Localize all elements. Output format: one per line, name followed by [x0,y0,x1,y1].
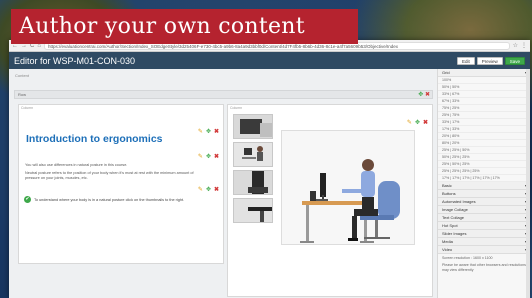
grid-option[interactable]: 25% | 75% [438,112,530,119]
grid-option[interactable]: 20% | 80% [438,133,530,140]
thumbnail-image[interactable] [233,170,273,195]
section-label: Buttons [442,191,456,196]
bullet-text: To understand where your body is in a na… [34,197,185,202]
sidebar-section-slider-images[interactable]: Slider Images▾ [438,230,530,238]
move-icon[interactable]: ✥ [206,153,211,160]
thumbnail-image[interactable] [233,198,273,223]
instruction-bullet: ✔ To understand where your body is in a … [24,196,184,203]
grid-option[interactable]: 25% | 25% | 25% | 25% [438,168,530,175]
pencil-icon[interactable]: ✎ [198,153,203,160]
check-circle-icon: ✔ [24,196,31,203]
grid-option[interactable]: 75% | 25% [438,105,530,112]
promo-banner: Author your own content [11,9,358,44]
sidebar-section-video[interactable]: Video▾ [438,246,530,254]
content-heading: Introduction to ergonomics [26,133,163,145]
close-icon[interactable]: ✖ [214,186,219,193]
paragraph-1: You will also use differences in natural… [25,163,128,167]
component-sections: Basic▾Buttons▾Automated Images▾Image Col… [438,182,530,254]
grid-option[interactable]: 17% | 33% [438,126,530,133]
pencil-icon[interactable]: ✎ [407,119,412,126]
edit-button[interactable]: Edit [456,56,475,65]
save-button[interactable]: Save [504,56,525,65]
column-tag: Column [21,106,34,110]
grid-option[interactable]: 33% | 67% [438,91,530,98]
sidebar-section-buttons[interactable]: Buttons▾ [438,190,530,198]
page-title: Editor for WSP-M01-CON-030 [14,55,136,66]
ergonomic-workstation-illustration [282,131,414,244]
section-label: Hot Spot [442,223,458,228]
close-icon[interactable]: ✖ [423,119,428,126]
right-column[interactable]: Column ✎ ✥ ✖ [227,104,433,297]
grid-option[interactable]: 25% | 50% | 25% [438,161,530,168]
star-icon[interactable]: ☆ [513,42,518,49]
move-icon[interactable]: ✥ [206,186,211,193]
browser-warning-note: Please be aware that other browsers and … [442,263,526,272]
grid-option[interactable]: 50% | 50% [438,84,530,91]
section-label: Image Collage [442,207,468,212]
grid-option[interactable]: 17% | 17% | 17% | 17% | 17% | 17% [438,175,530,182]
sidebar-section-image-collage[interactable]: Image Collage▾ [438,206,530,214]
grid-option[interactable]: 67% | 33% [438,98,530,105]
move-icon[interactable]: ✥ [418,92,423,98]
close-icon[interactable]: ✖ [214,128,219,135]
grid-section-header[interactable]: Grid ▾ [438,69,530,77]
grid-option[interactable]: 80% | 20% [438,140,530,147]
thumbnail-image[interactable] [233,142,273,167]
sidebar-scrollbar[interactable] [526,69,530,298]
workstation-image[interactable] [281,130,415,245]
section-label: Slider Images [442,231,467,236]
resolution-note: Screen resolution : 1600 x 1100 [442,256,493,260]
editor-topbar: Editor for WSP-M01-CON-030 Edit Preview … [9,52,530,69]
browser-window: ← → C ⌂ https://evaluationcentrai.com/Au… [9,40,530,298]
sidebar-section-automated-images[interactable]: Automated Images▾ [438,198,530,206]
breadcrumb: Content [15,73,30,78]
grid-option[interactable]: 100% [438,77,530,84]
chair-close-up-icon [234,199,272,222]
bullet-controls: ✎ ✥ ✖ [198,186,219,193]
sidebar-section-text-collage[interactable]: Text Collage▾ [438,214,530,222]
text-controls: ✎ ✥ ✖ [198,153,219,160]
seated-posture-icon [234,171,272,194]
close-icon[interactable]: ✖ [214,153,219,160]
row-label: Row [18,92,27,97]
editor-canvas: Content Row ✥ ✖ Column ✎ ✥ ✖ Introductio… [9,69,437,298]
row-container[interactable]: Row ✥ ✖ [14,90,433,99]
grid-option[interactable]: 33% | 17% [438,119,530,126]
section-label: Text Collage [442,215,465,220]
sidebar-section-basic[interactable]: Basic▾ [438,182,530,190]
monitor-close-up-icon [234,115,272,138]
component-sidebar: Grid ▾ 100%50% | 50%33% | 67%67% | 33%75… [437,69,530,298]
left-column[interactable]: Column ✎ ✥ ✖ Introduction to ergonomics … [18,104,224,264]
grid-option[interactable]: 25% | 25% | 50% [438,147,530,154]
paragraph-2: Neutral posture refers to the position o… [25,171,194,180]
grid-option[interactable]: 50% | 25% | 25% [438,154,530,161]
sidebar-section-hot-spot[interactable]: Hot Spot▾ [438,222,530,230]
browser-menu-icon[interactable]: ⋮ [521,42,527,49]
pencil-icon[interactable]: ✎ [198,128,203,135]
section-label: Basic [442,183,452,188]
image-controls: ✎ ✥ ✖ [407,119,428,126]
move-icon[interactable]: ✥ [206,128,211,135]
heading-controls: ✎ ✥ ✖ [198,128,219,135]
row-controls: ✥ ✖ [418,91,430,98]
sidebar-section-media[interactable]: Media▾ [438,238,530,246]
close-icon[interactable]: ✖ [425,92,430,98]
pencil-icon[interactable]: ✎ [198,186,203,193]
seated-worker-icon [234,143,272,166]
section-label: Automated Images [442,199,476,204]
section-label: Media [442,239,453,244]
move-icon[interactable]: ✥ [415,119,420,126]
column-tag: Column [230,106,243,110]
section-label: Video [442,247,453,252]
preview-button[interactable]: Preview [476,56,503,65]
grid-options-list: 100% 50% | 50% 33% | 67% 67% | 33% 75% | 25%… [438,77,530,182]
thumbnail-image[interactable] [233,114,273,139]
